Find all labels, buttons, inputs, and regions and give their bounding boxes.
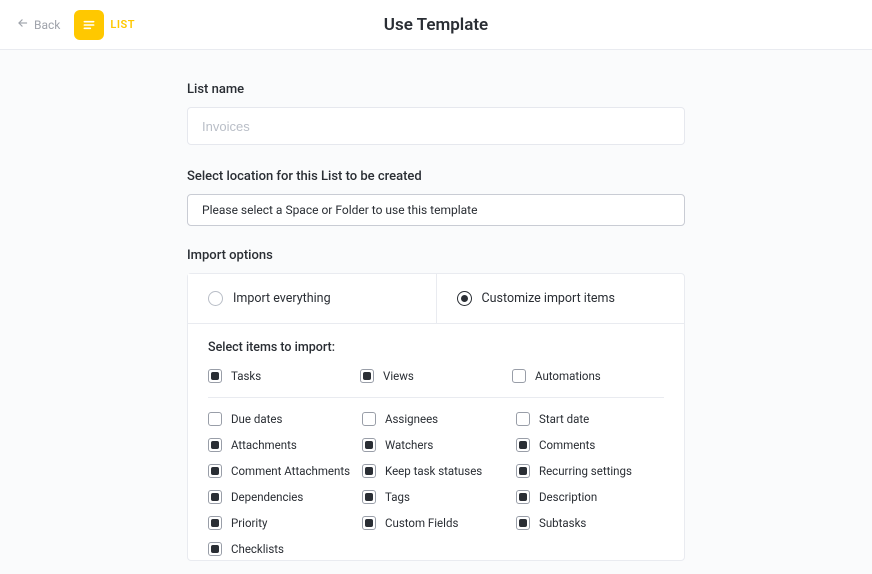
grid-label: Subtasks — [539, 516, 586, 530]
grid-item[interactable]: Checklists — [208, 542, 356, 556]
grid-item[interactable]: Comment Attachments — [208, 464, 356, 478]
import-items-body: Select items to import: Tasks Views Automa… — [188, 324, 684, 560]
grid-label: Dependencies — [231, 490, 303, 504]
grid-label: Priority — [231, 516, 267, 530]
import-mode-row: Import everything Customize import items — [188, 274, 684, 324]
grid-label: Description — [539, 490, 597, 504]
arrow-left-icon — [16, 16, 30, 33]
checkbox-icon — [516, 464, 530, 478]
grid-item[interactable]: Priority — [208, 516, 356, 530]
top-label: Automations — [535, 369, 601, 383]
grid-label: Attachments — [231, 438, 297, 452]
grid-label: Watchers — [385, 438, 433, 452]
top-items-row: Tasks Views Automations — [208, 369, 664, 398]
main-content: List name Select location for this List … — [0, 50, 872, 574]
checkbox-icon — [208, 464, 222, 478]
items-grid: Due dates Assignees Start date Attachments W… — [208, 412, 664, 556]
checkbox-icon — [362, 464, 376, 478]
list-name-label: List name — [187, 82, 685, 97]
grid-label: Due dates — [231, 412, 282, 426]
top-item[interactable]: Automations — [512, 369, 664, 383]
checkbox-icon — [208, 369, 222, 383]
checkbox-icon — [362, 490, 376, 504]
grid-label: Comments — [539, 438, 595, 452]
checkbox-icon — [208, 516, 222, 530]
checkbox-icon — [362, 438, 376, 452]
checkbox-icon — [516, 412, 530, 426]
location-label: Select location for this List to be crea… — [187, 169, 685, 184]
grid-item[interactable]: Due dates — [208, 412, 356, 426]
back-label: Back — [34, 18, 60, 32]
list-badge-text: LIST — [110, 18, 135, 31]
page-title: Use Template — [384, 15, 488, 35]
import-everything-option[interactable]: Import everything — [188, 274, 437, 324]
import-options-label: Import options — [187, 248, 685, 263]
grid-label: Tags — [385, 490, 410, 504]
radio-icon — [208, 291, 223, 306]
checkbox-icon — [516, 490, 530, 504]
grid-item[interactable]: Custom Fields — [362, 516, 510, 530]
list-name-input[interactable] — [187, 107, 685, 145]
radio-icon — [457, 291, 472, 306]
location-placeholder: Please select a Space or Folder to use t… — [202, 203, 477, 217]
grid-item[interactable]: Description — [516, 490, 664, 504]
customize-import-label: Customize import items — [482, 291, 615, 306]
checkbox-icon — [208, 438, 222, 452]
select-items-heading: Select items to import: — [208, 340, 664, 355]
top-label: Views — [383, 369, 414, 383]
grid-label: Recurring settings — [539, 464, 632, 478]
top-item[interactable]: Views — [360, 369, 512, 383]
grid-label: Assignees — [385, 412, 438, 426]
checkbox-icon — [516, 516, 530, 530]
back-button[interactable]: Back — [16, 16, 60, 33]
import-everything-label: Import everything — [233, 291, 331, 306]
checkbox-icon — [512, 369, 526, 383]
grid-label: Custom Fields — [385, 516, 458, 530]
checkbox-icon — [208, 490, 222, 504]
checkbox-icon — [360, 369, 374, 383]
checkbox-icon — [362, 516, 376, 530]
grid-label: Start date — [539, 412, 589, 426]
grid-item[interactable]: Dependencies — [208, 490, 356, 504]
grid-item[interactable]: Tags — [362, 490, 510, 504]
grid-item[interactable]: Assignees — [362, 412, 510, 426]
checkbox-icon — [208, 542, 222, 556]
top-item[interactable]: Tasks — [208, 369, 360, 383]
grid-item[interactable]: Subtasks — [516, 516, 664, 530]
checkbox-icon — [208, 412, 222, 426]
import-options-card: Import everything Customize import items… — [187, 273, 685, 561]
top-label: Tasks — [231, 369, 261, 383]
grid-item[interactable]: Keep task statuses — [362, 464, 510, 478]
customize-import-option[interactable]: Customize import items — [437, 274, 685, 324]
list-badge: LIST — [74, 10, 135, 40]
grid-label: Checklists — [231, 542, 284, 556]
header: Back LIST Use Template — [0, 0, 872, 50]
checkbox-icon — [516, 438, 530, 452]
grid-item[interactable]: Attachments — [208, 438, 356, 452]
grid-item[interactable]: Start date — [516, 412, 664, 426]
location-select[interactable]: Please select a Space or Folder to use t… — [187, 194, 685, 226]
grid-item[interactable]: Watchers — [362, 438, 510, 452]
list-icon — [74, 10, 104, 40]
grid-item[interactable]: Comments — [516, 438, 664, 452]
grid-label: Comment Attachments — [231, 464, 350, 478]
grid-label: Keep task statuses — [385, 464, 482, 478]
grid-item[interactable]: Recurring settings — [516, 464, 664, 478]
checkbox-icon — [362, 412, 376, 426]
